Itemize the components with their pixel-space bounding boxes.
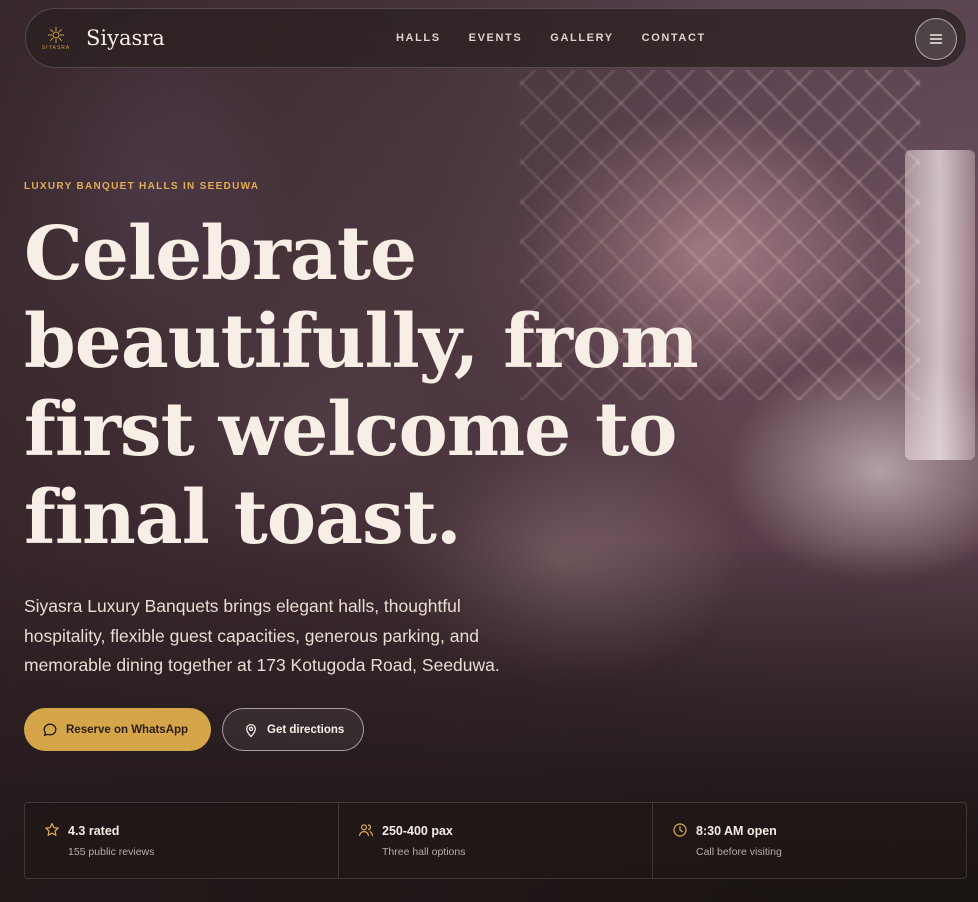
stat-value: 4.3 rated: [68, 824, 120, 838]
stat-value: 250-400 pax: [382, 824, 453, 838]
menu-button[interactable]: [915, 18, 957, 60]
stat-value: 8:30 AM open: [696, 824, 777, 838]
stat-rating: 4.3 rated 155 public reviews: [25, 803, 339, 878]
hero-headline: Celebrate beautifully, from first welcom…: [24, 211, 699, 561]
stat-caption: Call before visiting: [696, 846, 782, 858]
logo-icon: SIYASRA: [38, 20, 74, 56]
map-pin-icon: [243, 722, 259, 738]
clock-icon: [672, 822, 688, 838]
users-icon: [358, 822, 374, 838]
nav-link-gallery[interactable]: GALLERY: [550, 32, 613, 44]
star-icon: [44, 822, 60, 838]
hero-eyebrow: LUXURY BANQUET HALLS IN SEEDUWA: [24, 181, 260, 192]
nav-link-events[interactable]: EVENTS: [469, 32, 523, 44]
reserve-whatsapp-label: Reserve on WhatsApp: [66, 723, 189, 736]
stats-strip: 4.3 rated 155 public reviews 250-400 pax…: [24, 802, 967, 879]
logo-wordmark: SIYASRA: [41, 44, 71, 51]
navbar: SIYASRA Siyasra HALLS EVENTS GALLERY CON…: [25, 8, 967, 68]
get-directions-button[interactable]: Get directions: [222, 708, 364, 751]
primary-nav: HALLS EVENTS GALLERY CONTACT: [396, 9, 706, 67]
stat-caption: 155 public reviews: [68, 846, 155, 858]
reserve-whatsapp-button[interactable]: Reserve on WhatsApp: [24, 708, 211, 751]
hamburger-icon: [929, 34, 943, 44]
stat-capacity: 250-400 pax Three hall options: [339, 803, 653, 878]
nav-link-contact[interactable]: CONTACT: [642, 32, 706, 44]
nav-link-halls[interactable]: HALLS: [396, 32, 441, 44]
brand-name: Siyasra: [86, 26, 165, 50]
hero-description: Siyasra Luxury Banquets brings elegant h…: [24, 596, 500, 675]
chat-bubble-icon: [42, 722, 58, 738]
stat-caption: Three hall options: [382, 846, 466, 858]
brand[interactable]: SIYASRA Siyasra: [38, 20, 165, 56]
get-directions-label: Get directions: [267, 723, 345, 736]
stat-hours: 8:30 AM open Call before visiting: [653, 803, 966, 878]
